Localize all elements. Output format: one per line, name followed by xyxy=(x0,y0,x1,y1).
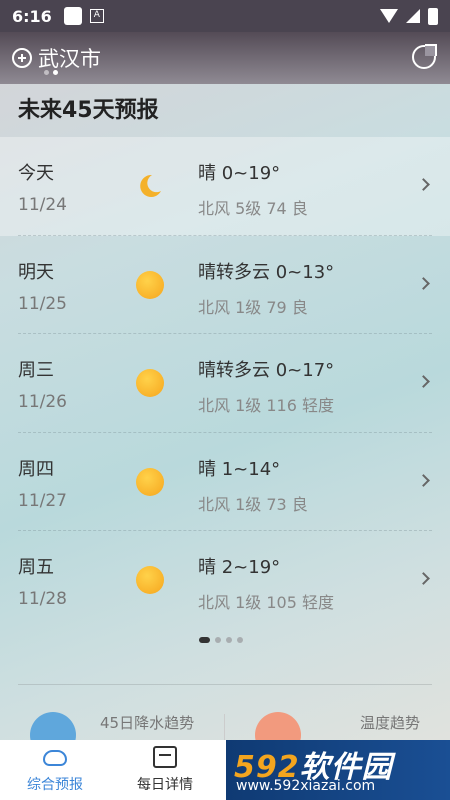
sun-icon xyxy=(136,270,164,299)
chevron-right-icon xyxy=(417,375,430,388)
page-title: 未来45天预报 xyxy=(18,98,159,123)
watermark-url: www.592xiazai.com xyxy=(236,778,376,794)
wind-aqi: 北风 1级 73 良 xyxy=(198,494,308,514)
weather-condition: 晴转多云 0~13° xyxy=(198,261,335,283)
day-date: 11/25 xyxy=(18,293,67,314)
weather-condition: 晴 2~19° xyxy=(198,557,281,578)
page-dot xyxy=(215,637,221,643)
app-header: 武汉市 xyxy=(0,32,450,84)
wind-aqi: 北风 1级 105 轻度 xyxy=(198,593,334,612)
wind-aqi: 北风 1级 116 轻度 xyxy=(198,396,334,415)
share-icon[interactable] xyxy=(412,44,437,69)
page-dot-active xyxy=(199,637,210,643)
signal-icon xyxy=(406,9,420,23)
day-date: 11/27 xyxy=(18,490,67,511)
watermark-logo: 592软件园 www.592xiazai.com xyxy=(226,740,450,800)
divider xyxy=(18,684,432,685)
day-date: 11/28 xyxy=(18,589,67,609)
forecast-row[interactable]: 周五 11/28 晴 2~19° 北风 1级 105 轻度 xyxy=(18,531,432,630)
nav-home-label: 综合预报 xyxy=(27,777,83,793)
rain-trend-label: 45日降水趋势 xyxy=(100,714,195,732)
moon-icon xyxy=(140,174,161,197)
nav-home[interactable]: 综合预报 xyxy=(0,740,110,800)
forecast-page-indicator xyxy=(199,637,243,643)
temp-trend-label: 温度趋势 xyxy=(360,714,421,732)
day-name: 周五 xyxy=(18,557,54,578)
forecast-row[interactable]: 今天 11/24 晴 0~19° 北风 5级 74 良 xyxy=(0,137,450,236)
keyboard-icon: A xyxy=(89,9,104,23)
sun-icon xyxy=(136,369,164,397)
page-dot xyxy=(226,637,232,643)
sun-icon xyxy=(136,467,164,496)
weather-condition: 晴 0~19° xyxy=(198,163,281,184)
chevron-right-icon xyxy=(417,178,430,191)
forecast-list: 今天 11/24 晴 0~19° 北风 5级 74 良 明天 11/25 晴转多… xyxy=(0,137,450,630)
rain-trend-card[interactable]: 45日降水趋势 xyxy=(30,706,220,758)
forecast-row[interactable]: 周四 11/27 晴 1~14° 北风 1级 73 良 xyxy=(18,433,432,531)
wind-aqi: 北风 5级 74 良 xyxy=(198,199,308,218)
day-name: 周三 xyxy=(18,360,54,381)
divider xyxy=(224,714,225,740)
wifi-icon xyxy=(380,9,398,23)
temp-trend-card[interactable]: 温度趋势 xyxy=(255,706,445,758)
calendar-icon xyxy=(153,746,177,768)
battery-icon xyxy=(428,7,438,25)
chevron-right-icon xyxy=(417,572,430,585)
forecast-row[interactable]: 明天 11/25 晴转多云 0~13° 北风 1级 79 良 xyxy=(18,236,432,334)
city-page-indicator xyxy=(44,70,58,75)
day-date: 11/24 xyxy=(18,195,67,215)
chevron-right-icon xyxy=(417,473,430,487)
sun-icon xyxy=(136,566,164,594)
day-name: 明天 xyxy=(18,261,54,283)
page-dot xyxy=(237,637,243,643)
city-name: 武汉市 xyxy=(38,47,101,71)
wind-aqi: 北风 1级 79 良 xyxy=(198,297,308,317)
city-selector[interactable]: 武汉市 xyxy=(12,43,101,73)
nav-daily[interactable]: 每日详情 xyxy=(110,740,220,800)
day-date: 11/26 xyxy=(18,392,67,412)
chevron-right-icon xyxy=(417,276,430,290)
page-dot-active xyxy=(53,70,58,75)
nav-daily-label: 每日详情 xyxy=(137,777,193,793)
add-city-icon[interactable] xyxy=(12,48,32,68)
status-bar: 6:16 A xyxy=(0,0,450,32)
page-dot xyxy=(44,70,49,75)
day-name: 周四 xyxy=(18,458,54,480)
weather-condition: 晴转多云 0~17° xyxy=(198,360,335,381)
cloud-icon xyxy=(43,750,67,766)
weather-condition: 晴 1~14° xyxy=(198,458,281,480)
day-name: 今天 xyxy=(18,163,54,184)
status-time: 6:16 xyxy=(12,6,52,26)
notification-icon xyxy=(63,7,82,25)
forecast-row[interactable]: 周三 11/26 晴转多云 0~17° 北风 1级 116 轻度 xyxy=(18,334,432,433)
